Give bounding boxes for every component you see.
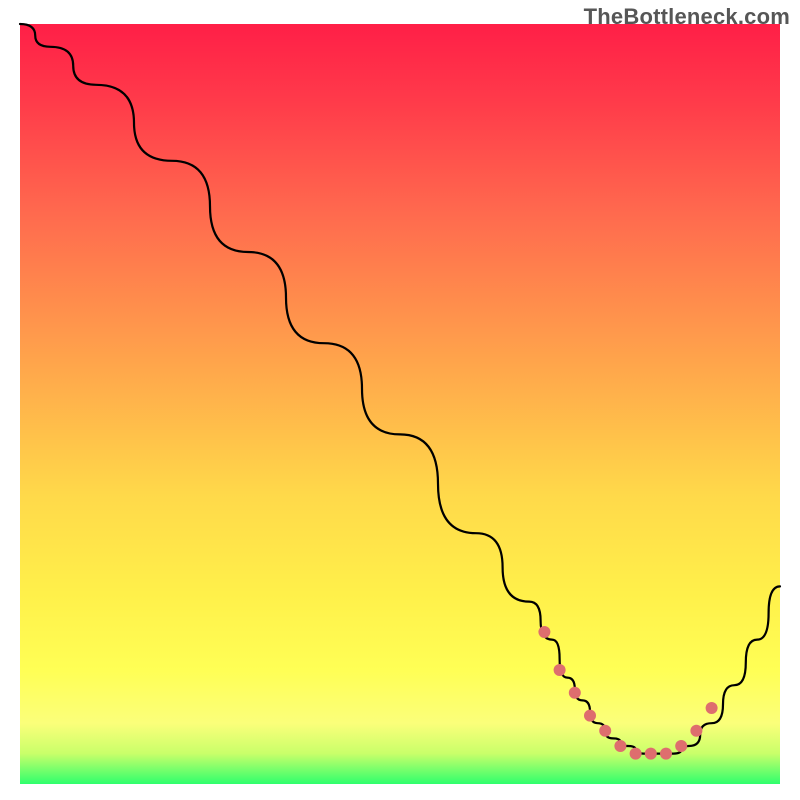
trough-dot bbox=[630, 748, 642, 760]
chart-wrapper: TheBottleneck.com bbox=[0, 0, 800, 800]
trough-dot bbox=[614, 740, 626, 752]
trough-dot bbox=[584, 710, 596, 722]
plot-area bbox=[20, 24, 780, 784]
trough-dot bbox=[599, 725, 611, 737]
trough-dot bbox=[675, 740, 687, 752]
curve-svg bbox=[20, 24, 780, 784]
trough-dot bbox=[690, 725, 702, 737]
trough-dots-group bbox=[538, 626, 717, 760]
trough-dot bbox=[706, 702, 718, 714]
trough-dot bbox=[569, 687, 581, 699]
trough-dot bbox=[660, 748, 672, 760]
watermark-text: TheBottleneck.com bbox=[584, 4, 790, 30]
trough-dot bbox=[645, 748, 657, 760]
bottleneck-curve bbox=[20, 24, 780, 754]
trough-dot bbox=[554, 664, 566, 676]
trough-dot bbox=[538, 626, 550, 638]
